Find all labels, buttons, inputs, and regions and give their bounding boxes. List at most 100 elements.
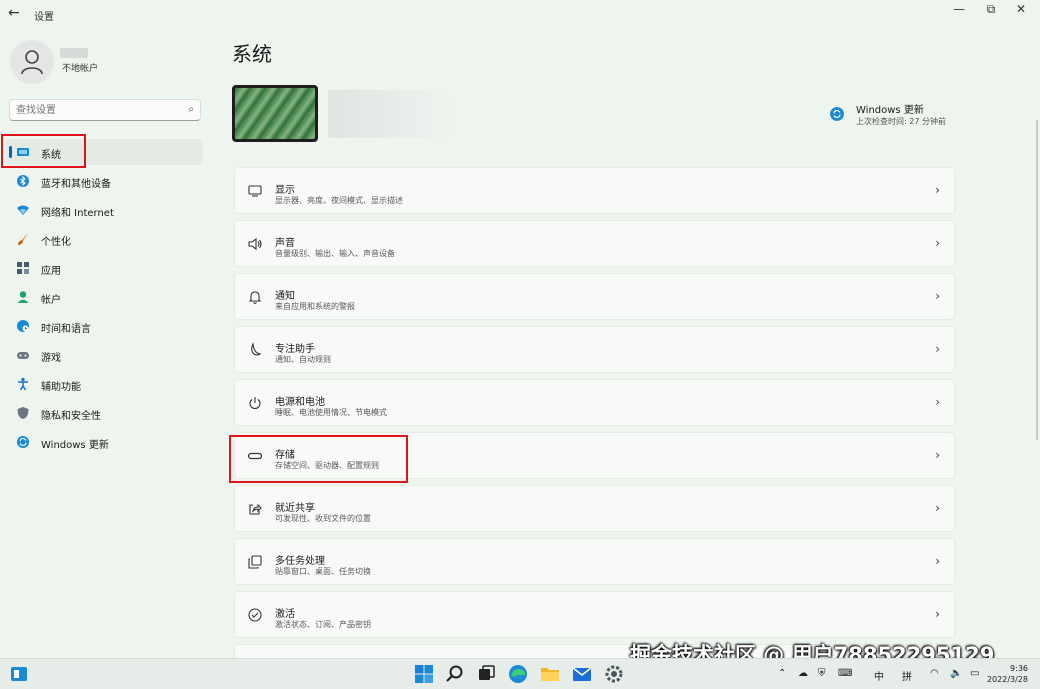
edge-icon[interactable] xyxy=(507,663,529,685)
settings-card-nearby-sharing[interactable]: 就近共享 可发现性、收到文件的位置 › xyxy=(234,485,955,532)
user-icon xyxy=(21,50,43,75)
sidebar-item-time-language[interactable]: 时间和语言 xyxy=(6,313,203,339)
bell-icon xyxy=(248,291,262,304)
shield-tray-icon[interactable]: ⛨ xyxy=(818,668,826,679)
sidebar-item-accounts[interactable]: 帐户 xyxy=(6,284,203,310)
card-subtitle: 睡眠、电池使用情况、节电模式 xyxy=(275,408,387,417)
windows-update-subtitle: 上次检查时间: 27 分钟前 xyxy=(856,117,946,126)
sidebar-item-network[interactable]: 网络和 Internet xyxy=(6,197,203,223)
accessibility-icon xyxy=(18,377,28,391)
card-title: 通知 xyxy=(275,291,295,302)
clock[interactable]: 9:36 2022/3/28 xyxy=(987,663,1028,685)
settings-card-multitasking[interactable]: 多任务处理 贴靠窗口、桌面、任务切换 › xyxy=(234,538,955,585)
card-subtitle: 激活状态、订阅、产品密钥 xyxy=(275,620,371,629)
maximize-button[interactable]: ⧉ xyxy=(976,2,1006,22)
card-subtitle: 来自应用和系统的警报 xyxy=(275,302,355,311)
start-icon[interactable] xyxy=(413,663,435,685)
sidebar-item-label: 隐私和安全性 xyxy=(41,411,101,422)
sidebar-item-label: 帐户 xyxy=(41,295,61,306)
battery-icon[interactable]: ▭ xyxy=(970,668,979,679)
wifi-icon xyxy=(17,205,29,215)
chevron-right-icon: › xyxy=(935,395,940,409)
cloud-icon[interactable]: ☁ xyxy=(798,668,808,679)
settings-card-focus-assist[interactable]: 专注助手 通知、自动规则 › xyxy=(234,326,955,373)
title-bar: ← 设置 — ⧉ ✕ xyxy=(0,0,1040,28)
card-subtitle: 通知、自动规则 xyxy=(275,355,331,364)
search-input[interactable] xyxy=(16,103,176,117)
card-title: 电源和电池 xyxy=(275,397,325,408)
sidebar-item-windows-update[interactable]: Windows 更新 xyxy=(6,429,203,455)
display-icon xyxy=(248,185,262,197)
card-subtitle: 贴靠窗口、桌面、任务切换 xyxy=(275,567,371,576)
chevron-right-icon: › xyxy=(935,501,940,515)
search-icon[interactable] xyxy=(444,663,466,685)
settings-gear-icon[interactable] xyxy=(603,663,625,685)
sidebar-item-label: 个性化 xyxy=(41,237,71,248)
apps-icon xyxy=(17,262,29,274)
sidebar-item-label: 时间和语言 xyxy=(41,324,91,335)
update-icon xyxy=(17,436,29,448)
brush-icon xyxy=(18,233,28,245)
task-view-icon[interactable] xyxy=(475,663,497,685)
avatar[interactable] xyxy=(10,40,54,84)
settings-card-display[interactable]: 显示 显示器、亮度、夜间模式、显示描述 › xyxy=(234,167,955,214)
sidebar-item-gaming[interactable]: 游戏 xyxy=(6,342,203,368)
blurred-username xyxy=(60,48,88,58)
back-arrow-icon[interactable]: ← xyxy=(8,5,20,21)
window-title: 设置 xyxy=(34,12,54,23)
settings-card-sound[interactable]: 声音 音量级别、输出、输入、声音设备 › xyxy=(234,220,955,267)
highlight-box-system xyxy=(1,134,86,168)
volume-icon[interactable]: 🔈 xyxy=(950,668,962,679)
widgets-icon[interactable] xyxy=(8,663,30,685)
moon-icon xyxy=(251,342,262,356)
shield-icon xyxy=(17,407,29,419)
device-wallpaper-thumbnail xyxy=(232,85,318,142)
highlight-box-storage xyxy=(229,435,408,483)
chevron-right-icon: › xyxy=(935,183,940,197)
sidebar-item-label: 应用 xyxy=(41,266,61,277)
sidebar-item-personalization[interactable]: 个性化 xyxy=(6,226,203,252)
close-button[interactable]: ✕ xyxy=(1006,2,1036,22)
scrollbar[interactable] xyxy=(1036,120,1038,440)
share-icon xyxy=(249,503,262,515)
sidebar-item-label: 蓝牙和其他设备 xyxy=(41,179,111,190)
chevron-right-icon: › xyxy=(935,289,940,303)
speaker-icon xyxy=(248,237,262,251)
card-title: 就近共享 xyxy=(275,503,315,514)
sidebar-item-bluetooth[interactable]: 蓝牙和其他设备 xyxy=(6,168,203,194)
card-subtitle: 显示器、亮度、夜间模式、显示描述 xyxy=(275,196,403,205)
chevron-right-icon: › xyxy=(935,554,940,568)
mail-icon[interactable] xyxy=(571,663,593,685)
bluetooth-icon xyxy=(17,175,29,187)
update-icon xyxy=(830,107,844,121)
sidebar-item-label: 游戏 xyxy=(41,353,61,364)
card-title: 多任务处理 xyxy=(275,556,325,567)
sidebar-item-label: Windows 更新 xyxy=(41,440,109,451)
file-explorer-icon[interactable] xyxy=(539,663,561,685)
sidebar-item-apps[interactable]: 应用 xyxy=(6,255,203,281)
account-type: 不地帐户 xyxy=(62,64,99,74)
taskbar: ⌃ ☁ ⛨ ⌨ 中 拼 ◠ 🔈 ▭ 9:36 2022/3/28 xyxy=(0,658,1040,689)
search-icon[interactable]: ⌕ xyxy=(188,104,194,115)
sidebar-item-privacy[interactable]: 隐私和安全性 xyxy=(6,400,203,426)
sidebar: 不地帐户 ⌕ 系统 蓝牙和其他设备 网络和 Internet 个性化 应用 帐户… xyxy=(0,28,215,658)
settings-card-notifications[interactable]: 通知 来自应用和系统的警报 › xyxy=(234,273,955,320)
globe-clock-icon xyxy=(17,320,29,332)
card-title: 专注助手 xyxy=(275,344,315,355)
card-subtitle: 可发现性、收到文件的位置 xyxy=(275,514,371,523)
sidebar-item-label: 网络和 Internet xyxy=(41,208,114,219)
chevron-up-icon[interactable]: ⌃ xyxy=(778,668,786,679)
search-box[interactable]: ⌕ xyxy=(9,99,201,121)
settings-card-power-battery[interactable]: 电源和电池 睡眠、电池使用情况、节电模式 › xyxy=(234,379,955,426)
page-title: 系统 xyxy=(232,42,272,66)
chevron-right-icon: › xyxy=(935,342,940,356)
settings-card-activation[interactable]: 激活 激活状态、订阅、产品密钥 › xyxy=(234,591,955,638)
card-title: 声音 xyxy=(275,238,295,249)
ime-mode[interactable]: 拼 xyxy=(902,668,912,683)
ime-language[interactable]: 中 xyxy=(874,668,884,683)
wifi-tray-icon[interactable]: ◠ xyxy=(930,668,939,679)
keyboard-icon[interactable]: ⌨ xyxy=(838,668,852,679)
minimize-button[interactable]: — xyxy=(944,2,974,22)
sidebar-item-accessibility[interactable]: 辅助功能 xyxy=(6,371,203,397)
chevron-right-icon: › xyxy=(935,607,940,621)
